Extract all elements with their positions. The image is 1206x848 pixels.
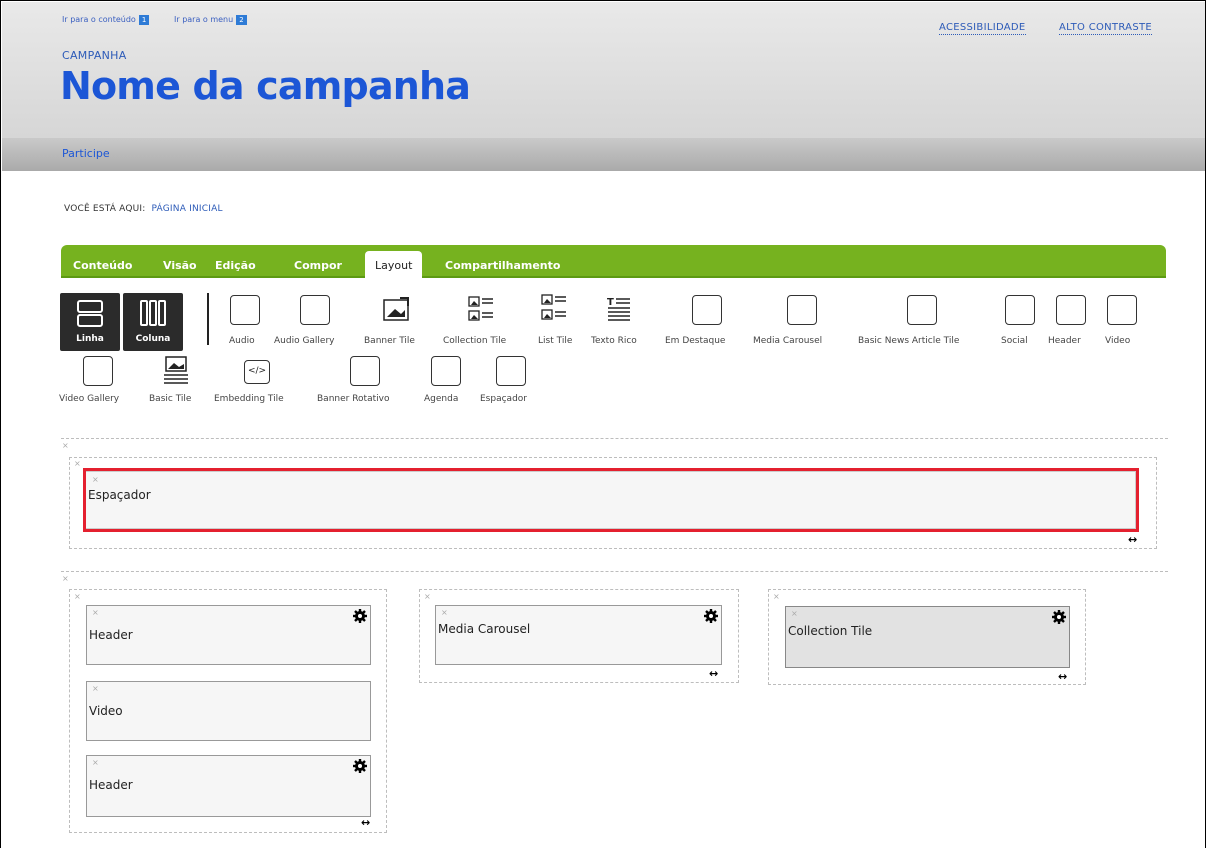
remove-column-icon[interactable]: ×	[74, 592, 81, 601]
tile-title: Media Carousel	[438, 622, 531, 636]
breadcrumb: VOCÊ ESTÁ AQUI: PÁGINA INICIAL	[64, 204, 223, 214]
row-label: Linha	[76, 334, 104, 344]
remove-column-icon[interactable]: ×	[773, 592, 780, 601]
skip-to-menu-link[interactable]: Ir para o menu 2	[174, 15, 247, 25]
audio-gallery-tile-icon[interactable]	[300, 295, 330, 325]
page-title[interactable]: Nome da campanha	[60, 64, 471, 108]
tile-type-media-carousel[interactable]: Media Carousel	[753, 336, 822, 346]
tile-type-embedding-tile[interactable]: Embedding Tile	[214, 394, 284, 404]
list-tile-icon[interactable]	[539, 292, 569, 322]
remove-row-2-icon[interactable]: ×	[62, 574, 69, 583]
basic-news-article-tile-icon[interactable]	[907, 295, 937, 325]
agenda-tile-icon[interactable]	[431, 356, 461, 386]
tile-type-basic-news-article[interactable]: Basic News Article Tile	[858, 336, 959, 346]
gear-icon[interactable]	[353, 759, 367, 773]
banner-tile-icon[interactable]	[381, 295, 411, 325]
header-tile[interactable]: × Header	[86, 605, 371, 665]
edit-toolbar: Conteúdo Visão Edição Compor Layout Comp…	[61, 245, 1166, 278]
remove-tile-icon[interactable]: ×	[791, 609, 798, 618]
tile-type-basic-tile[interactable]: Basic Tile	[149, 394, 191, 404]
add-row-button[interactable]: Linha	[60, 293, 120, 351]
tile-type-audio-gallery[interactable]: Audio Gallery	[274, 336, 335, 346]
tile-type-collection-tile[interactable]: Collection Tile	[443, 336, 506, 346]
main-nav: Participe	[2, 138, 1205, 171]
tab-conteudo[interactable]: Conteúdo	[73, 259, 132, 272]
highlight-tile-icon[interactable]	[692, 295, 722, 325]
skip-to-content-link[interactable]: Ir para o conteúdo 1	[62, 15, 150, 25]
remove-column-icon[interactable]: ×	[74, 459, 81, 468]
media-carousel-tile-icon[interactable]	[787, 295, 817, 325]
banner-rotativo-tile-icon[interactable]	[350, 356, 380, 386]
remove-column-icon[interactable]: ×	[424, 592, 431, 601]
tile-title: Header	[89, 778, 133, 792]
embed-code-icon[interactable]: </>	[244, 360, 270, 384]
tile-type-social[interactable]: Social	[1001, 336, 1028, 346]
tile-type-audio[interactable]: Audio	[229, 336, 255, 346]
social-tile-icon[interactable]	[1005, 295, 1035, 325]
tile-title: Video	[89, 704, 123, 718]
site-header: Ir para o conteúdo 1 Ir para o menu 2 ACES…	[2, 2, 1205, 138]
tab-compartilhamento[interactable]: Compartilhamento	[445, 259, 560, 272]
remove-tile-icon[interactable]: ×	[92, 684, 99, 693]
tile-type-video[interactable]: Video	[1105, 336, 1130, 346]
svg-text:T: T	[607, 297, 614, 308]
gear-icon[interactable]	[353, 609, 367, 623]
remove-tile-icon[interactable]: ×	[441, 608, 448, 617]
remove-tile-icon[interactable]: ×	[92, 758, 99, 767]
row-icon	[77, 300, 103, 327]
nav-item-participe[interactable]: Participe	[62, 147, 110, 160]
tile-type-header[interactable]: Header	[1048, 336, 1081, 346]
page-frame: Ir para o conteúdo 1 Ir para o menu 2 ACES…	[0, 0, 1206, 848]
row-2-divider	[61, 571, 1168, 572]
tab-layout[interactable]: Layout	[365, 251, 423, 278]
tile-type-texto-rico[interactable]: Texto Rico	[591, 336, 637, 346]
tile-type-agenda[interactable]: Agenda	[424, 394, 458, 404]
tile-title: Header	[89, 628, 133, 642]
remove-row-1-icon[interactable]: ×	[62, 441, 69, 450]
basic-tile-icon[interactable]	[161, 354, 191, 384]
rich-text-tile-icon[interactable]: T	[604, 294, 634, 324]
high-contrast-link[interactable]: ALTO CONTRASTE	[1059, 21, 1152, 35]
tile-type-espacador[interactable]: Espaçador	[480, 394, 527, 404]
tile-type-banner-tile[interactable]: Banner Tile	[364, 336, 415, 346]
collection-tile[interactable]: × Collection Tile	[785, 606, 1070, 668]
tab-compor[interactable]: Compor	[294, 259, 342, 272]
add-column-button[interactable]: Coluna	[123, 293, 183, 351]
resize-icon[interactable]: ↔	[361, 816, 370, 829]
media-carousel-tile[interactable]: × Media Carousel	[435, 605, 722, 665]
column-label: Coluna	[135, 334, 171, 344]
collection-tile-icon[interactable]	[466, 294, 496, 324]
tile-type-em-destaque[interactable]: Em Destaque	[665, 336, 725, 346]
tile-type-list-tile[interactable]: List Tile	[538, 336, 572, 346]
audio-tile-icon[interactable]	[230, 295, 260, 325]
row-1-divider	[61, 438, 1168, 439]
tile-type-video-gallery[interactable]: Video Gallery	[59, 394, 119, 404]
spacer-tile-icon[interactable]	[496, 356, 526, 386]
video-gallery-tile-icon[interactable]	[83, 356, 113, 386]
resize-icon[interactable]: ↔	[1128, 533, 1137, 546]
gear-icon[interactable]	[704, 609, 718, 623]
selected-tile-highlight	[83, 468, 1139, 532]
header-tile-icon[interactable]	[1056, 295, 1086, 325]
column-icon	[140, 300, 166, 326]
breadcrumb-prefix: VOCÊ ESTÁ AQUI:	[64, 204, 146, 214]
header-tile[interactable]: × Header	[86, 755, 371, 817]
video-tile-icon[interactable]	[1107, 295, 1137, 325]
gear-icon[interactable]	[1052, 610, 1066, 624]
tab-edicao[interactable]: Edição	[215, 259, 256, 272]
accessibility-link[interactable]: ACESSIBILIDADE	[939, 21, 1026, 35]
toolbar-separator	[207, 293, 209, 345]
remove-tile-icon[interactable]: ×	[92, 608, 99, 617]
video-tile[interactable]: × Video	[86, 681, 371, 741]
campaign-label: CAMPANHA	[62, 49, 127, 62]
resize-icon[interactable]: ↔	[709, 667, 718, 680]
tile-type-banner-rotativo[interactable]: Banner Rotativo	[317, 394, 389, 404]
breadcrumb-home-link[interactable]: PÁGINA INICIAL	[152, 204, 223, 214]
tile-title: Collection Tile	[788, 624, 873, 638]
tab-visao[interactable]: Visão	[163, 259, 197, 272]
resize-icon[interactable]: ↔	[1058, 670, 1067, 683]
